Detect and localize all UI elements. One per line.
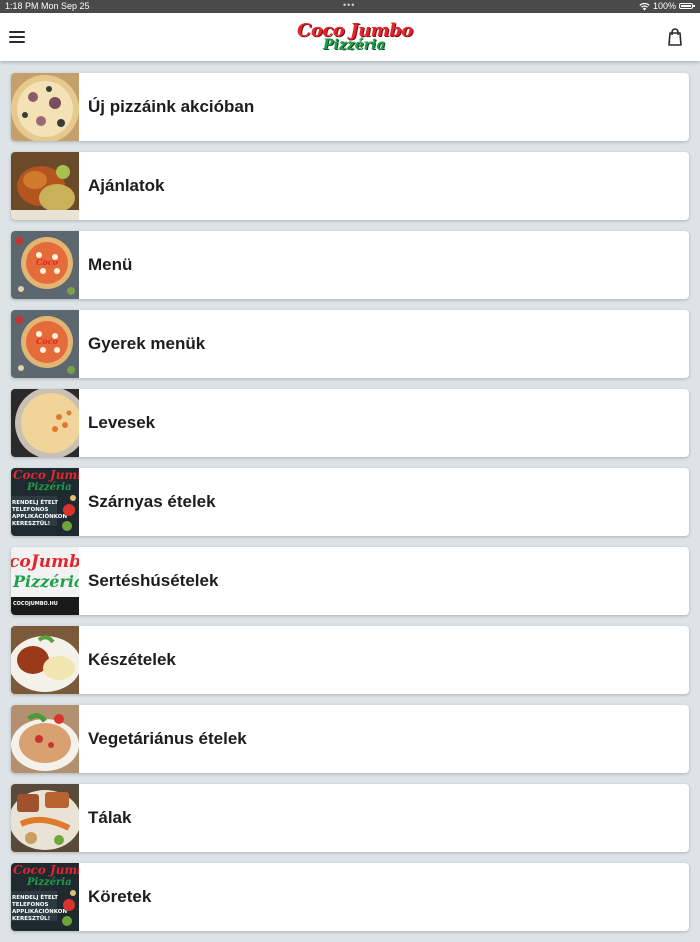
category-card-szarnyas-etelek[interactable]: Coco Jumbo Pizzéria RENDELJ ÉTELT TELEFO…: [11, 468, 689, 536]
category-card-levesek[interactable]: Levesek: [11, 389, 689, 457]
svg-text:TELEFONOS: TELEFONOS: [12, 902, 48, 908]
category-thumbnail: [11, 152, 79, 220]
svg-text:Pizzéria: Pizzéria: [26, 482, 72, 493]
category-label: Sertéshúsételek: [88, 571, 219, 590]
category-label: Szárnyas ételek: [88, 492, 216, 511]
category-label: Vegetáriánus ételek: [88, 729, 247, 748]
svg-text:Coco Jumbo: Coco Jumbo: [13, 468, 79, 482]
category-label: Menü: [88, 255, 133, 274]
category-thumbnail: [11, 626, 79, 694]
category-label: Köretek: [88, 887, 152, 906]
category-card-vegetarianus-etelek[interactable]: Vegetáriánus ételek: [11, 705, 689, 773]
category-thumbnail: [11, 73, 79, 141]
category-label: Ajánlatok: [88, 176, 165, 195]
category-thumbnail: [11, 705, 79, 773]
category-card-ajanlatok[interactable]: Ajánlatok: [11, 152, 689, 220]
category-thumbnail: Coco Jumbo Pizzéria RENDELJ ÉTELT TELEFO…: [11, 468, 79, 536]
svg-text:COCOJUMBO.HU: COCOJUMBO.HU: [13, 601, 58, 607]
svg-text:KERESZTÜL!: KERESZTÜL!: [12, 520, 50, 527]
category-card-uj-pizzaink[interactable]: Új pizzáink akcióban: [11, 73, 689, 141]
hamburger-menu-icon[interactable]: [7, 27, 27, 47]
svg-text:TELEFONOS: TELEFONOS: [12, 507, 48, 513]
category-thumbnail: Coco: [11, 231, 79, 299]
category-card-koretek[interactable]: Coco Jumbo Pizzéria RENDELJ ÉTELT TELEFO…: [11, 863, 689, 931]
battery-icon: [679, 3, 695, 9]
category-label: Tálak: [88, 808, 132, 827]
category-thumbnail: coJumbo Pizzéria COCOJUMBO.HU: [11, 547, 79, 615]
svg-text:Pizzéria: Pizzéria: [12, 572, 79, 591]
category-thumbnail: [11, 784, 79, 852]
category-card-serteshusetelek[interactable]: coJumbo Pizzéria COCOJUMBO.HU Sertéshúsé…: [11, 547, 689, 615]
category-card-gyerek-menuk[interactable]: Coco Gyerek menük: [11, 310, 689, 378]
shopping-bag-icon[interactable]: [664, 26, 686, 48]
category-thumbnail: Coco Jumbo Pizzéria RENDELJ ÉTELT TELEFO…: [11, 863, 79, 931]
svg-text:RENDELJ ÉTELT: RENDELJ ÉTELT: [12, 498, 58, 506]
category-list: Új pizzáink akcióban Ajánlatok Coco Menü…: [11, 73, 689, 942]
svg-text:Coco: Coco: [36, 257, 59, 267]
svg-text:RENDELJ ÉTELT: RENDELJ ÉTELT: [12, 893, 58, 901]
svg-text:coJumbo: coJumbo: [11, 552, 79, 572]
category-card-menu[interactable]: Coco Menü: [11, 231, 689, 299]
svg-text:KERESZTÜL!: KERESZTÜL!: [12, 915, 50, 922]
top-navigation-bar: Coco Jumbo Pizzéria: [0, 13, 700, 61]
logo-text-pizzeria: Pizzéria: [323, 37, 386, 53]
status-bar: 1:18 PM Mon Sep 25 ••• 100%: [0, 0, 700, 13]
battery-percent: 100%: [653, 1, 677, 11]
status-date: Mon Sep 25: [41, 1, 90, 11]
svg-text:Coco Jumbo: Coco Jumbo: [13, 863, 79, 877]
category-card-talak[interactable]: Tálak: [11, 784, 689, 852]
status-time: 1:18 PM: [5, 1, 39, 11]
svg-text:Coco: Coco: [36, 336, 59, 346]
category-label: Levesek: [88, 413, 156, 432]
category-thumbnail: Coco: [11, 310, 79, 378]
category-card-keszetelek[interactable]: Készételek: [11, 626, 689, 694]
svg-text:APPLIKÁCIÓNKON: APPLIKÁCIÓNKON: [12, 908, 67, 915]
category-label: Új pizzáink akcióban: [88, 97, 255, 116]
coco-jumbo-logo[interactable]: Coco Jumbo Pizzéria: [295, 18, 413, 58]
multitasking-dots-icon[interactable]: •••: [343, 0, 355, 12]
category-thumbnail: [11, 389, 79, 457]
category-label: Készételek: [88, 650, 176, 669]
wifi-icon: [639, 2, 650, 11]
svg-text:APPLIKÁCIÓNKON: APPLIKÁCIÓNKON: [12, 513, 67, 520]
category-label: Gyerek menük: [88, 334, 206, 353]
svg-text:Pizzéria: Pizzéria: [26, 877, 72, 888]
